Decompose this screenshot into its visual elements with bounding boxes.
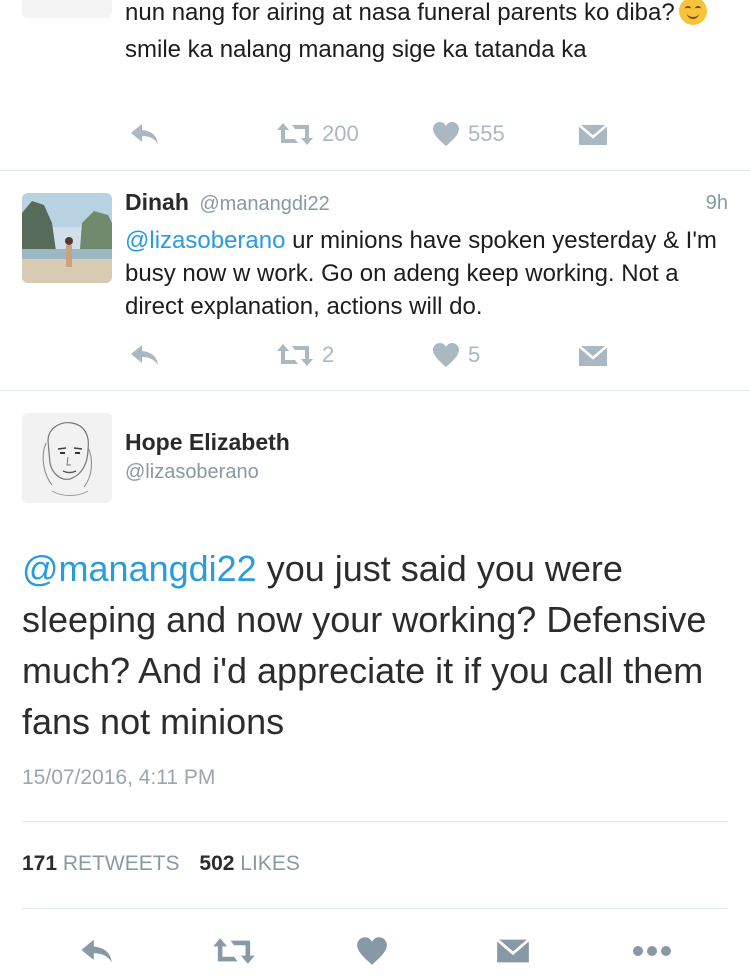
retweet-button[interactable]: 2: [276, 342, 334, 368]
beach-photo-avatar: [22, 193, 112, 283]
timestamp[interactable]: 9h: [706, 192, 728, 215]
reply-icon: [81, 939, 112, 963]
sketch-portrait-avatar: [22, 413, 112, 503]
heart-icon: [433, 122, 459, 146]
more-options-button[interactable]: [632, 944, 672, 958]
envelope-icon: [578, 345, 608, 366]
reply-button[interactable]: [128, 121, 160, 147]
reply-button[interactable]: [128, 342, 160, 368]
retweet-count: 200: [322, 121, 359, 146]
user-name[interactable]: Hope Elizabeth: [125, 429, 290, 456]
tweet-text: @manangdi22 you just said you were sleep…: [22, 543, 737, 747]
smiling-face-emoji-icon: [678, 0, 707, 25]
tweet-text-part: smile ka nalang manang sige ka tatanda k…: [125, 36, 587, 63]
like-count: 502: [199, 852, 235, 875]
retweet-button[interactable]: [212, 936, 256, 966]
divider: [22, 821, 728, 822]
retweet-count: 171: [22, 852, 58, 875]
tweet-text: nun nang for airing at nasa funeral pare…: [125, 0, 735, 68]
reply-button[interactable]: [78, 936, 114, 966]
heart-icon: [433, 343, 459, 367]
like-label: LIKES: [240, 852, 300, 875]
direct-message-button[interactable]: [578, 123, 608, 147]
like-button[interactable]: [356, 936, 388, 966]
user-handle[interactable]: @lizasoberano: [125, 461, 259, 484]
envelope-icon: [578, 124, 608, 145]
retweet-icon: [277, 123, 313, 145]
like-button[interactable]: 555: [432, 121, 505, 147]
mention-link[interactable]: @manangdi22: [22, 548, 257, 589]
tweet-text: @lizasoberano ur minions have spoken yes…: [125, 224, 735, 323]
reply-icon: [131, 124, 158, 144]
envelope-icon: [496, 938, 530, 963]
mention-link[interactable]: @lizasoberano: [125, 227, 285, 254]
retweet-count: 2: [322, 342, 335, 367]
divider: [22, 908, 728, 909]
reply-icon: [131, 345, 158, 365]
like-count: 5: [468, 342, 481, 367]
divider: [0, 170, 750, 171]
retweet-icon: [277, 344, 313, 366]
retweet-icon: [213, 938, 255, 964]
more-dots-icon: [633, 946, 671, 956]
tweet-text-part: nun nang for airing at nasa funeral pare…: [125, 0, 675, 26]
tweet-card-top: nun nang for airing at nasa funeral pare…: [0, 0, 750, 170]
likes-stat[interactable]: 502 LIKES: [199, 852, 299, 875]
divider: [0, 390, 750, 391]
user-handle[interactable]: @manangdi22: [199, 193, 329, 215]
avatar[interactable]: [22, 193, 112, 283]
avatar[interactable]: [22, 0, 112, 18]
tweet-timestamp: 15/07/2016, 4:11 PM: [22, 766, 216, 789]
direct-message-button[interactable]: [578, 344, 608, 368]
user-name[interactable]: Dinah: [125, 189, 189, 215]
direct-message-button[interactable]: [496, 937, 530, 965]
retweet-button[interactable]: 200: [276, 121, 359, 147]
like-count: 555: [468, 121, 505, 146]
retweets-stat[interactable]: 171 RETWEETS: [22, 852, 180, 875]
heart-icon: [357, 937, 387, 965]
tweet-header: Dinah @manangdi22 9h: [125, 189, 730, 219]
engagement-counts: 171 RETWEETS 502 LIKES: [22, 852, 300, 876]
like-button[interactable]: 5: [432, 342, 480, 368]
retweet-label: RETWEETS: [62, 852, 180, 875]
avatar[interactable]: [22, 413, 112, 503]
